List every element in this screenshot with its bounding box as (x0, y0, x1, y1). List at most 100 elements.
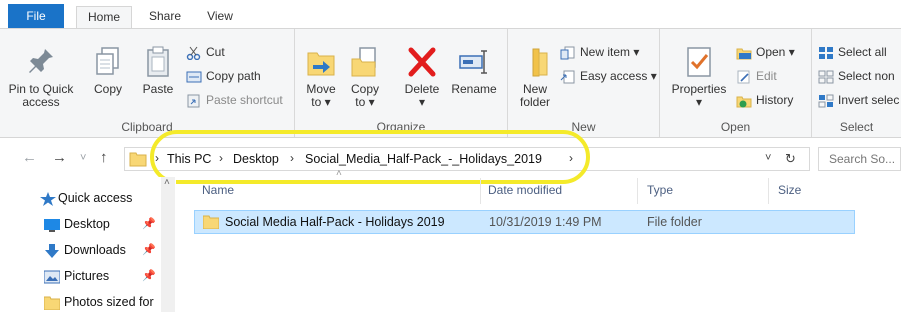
navigation-pane: Quick access Desktop 📌 Downloads 📌 Pictu… (0, 177, 176, 312)
nav-item-desktop[interactable]: Desktop 📌 (0, 213, 162, 235)
open-button[interactable]: Open ▾ (736, 43, 795, 61)
navigation-scrollbar[interactable]: ˄ (161, 177, 175, 312)
nav-label-pictures: Pictures (64, 269, 110, 283)
properties-button[interactable]: Properties ▾ (668, 45, 730, 109)
copy-button[interactable]: Copy (86, 45, 130, 96)
tab-file[interactable]: File (8, 4, 64, 28)
delete-button[interactable]: Delete ▾ (399, 45, 445, 109)
pin-label-2: access (22, 95, 60, 109)
folder-icon (129, 151, 147, 170)
properties-icon (683, 45, 715, 79)
move-to-button[interactable]: Move to ▾ (301, 45, 341, 109)
desktop-icon (44, 217, 60, 232)
column-divider[interactable] (480, 178, 481, 204)
pin-icon[interactable]: 📌 (142, 239, 156, 261)
new-folder-label-2: folder (519, 95, 551, 109)
copy-path-icon (186, 70, 202, 84)
column-header-type[interactable]: Type (647, 183, 673, 197)
cut-label: Cut (206, 45, 225, 59)
clipboard-group: Pin to Quick access Copy Paste Cut Copy … (0, 29, 295, 137)
easy-access-button[interactable]: Easy access ▾ (560, 67, 657, 85)
nav-label-photos-sized-for: Photos sized for (64, 295, 154, 309)
easy-access-icon (560, 70, 576, 84)
tab-share[interactable]: Share (141, 6, 189, 28)
select-all-button[interactable]: Select all (818, 43, 887, 61)
scissors-icon (186, 46, 202, 61)
tab-view[interactable]: View (198, 6, 242, 28)
pin-icon[interactable]: 📌 (142, 213, 156, 235)
back-arrow-icon[interactable]: ← (22, 149, 37, 166)
pin-icon[interactable]: 📌 (142, 265, 156, 287)
sort-indicator-icon: ˄ (336, 168, 342, 179)
copy-to-icon (349, 45, 381, 79)
search-input[interactable]: Search So... (818, 147, 901, 171)
pin-icon (25, 45, 57, 79)
new-item-button[interactable]: New item ▾ (560, 43, 639, 61)
address-history-chevron-icon[interactable]: ˅ (765, 152, 771, 164)
nav-item-quick-access[interactable]: Quick access (0, 187, 162, 209)
history-label: History (756, 93, 794, 107)
paste-shortcut-button[interactable]: Paste shortcut (186, 91, 283, 109)
column-header-size[interactable]: Size (778, 183, 801, 197)
ribbon-tabs: File Home Share View (0, 0, 901, 28)
select-group: Select all Select non Invert selec Selec… (812, 29, 901, 137)
select-all-icon (818, 46, 834, 60)
paste-button[interactable]: Paste (136, 45, 180, 96)
file-name: Social Media Half-Pack - Holidays 2019 (225, 215, 445, 229)
up-arrow-icon[interactable]: ↑ (100, 149, 108, 166)
rename-label: Rename (451, 82, 497, 96)
nav-item-photos-sized-for[interactable]: Photos sized for (0, 291, 162, 312)
copy-to-button[interactable]: Copy to ▾ (345, 45, 385, 109)
scroll-up-arrow-icon[interactable]: ˄ (164, 177, 170, 188)
star-icon (40, 191, 56, 206)
chevron-down-icon: ▾ (633, 45, 640, 59)
select-none-button[interactable]: Select non (818, 67, 895, 85)
cut-button[interactable]: Cut (186, 43, 225, 61)
download-arrow-icon (44, 243, 60, 258)
ribbon: Pin to Quick access Copy Paste Cut Copy … (0, 28, 901, 138)
new-folder-button[interactable]: New folder (512, 45, 558, 109)
chevron-down-icon: ▾ (324, 95, 331, 109)
open-group: Properties ▾ Open ▾ Edit History Open (660, 29, 812, 137)
invert-selection-icon (818, 94, 834, 108)
edit-label: Edit (756, 69, 777, 83)
invert-selection-button[interactable]: Invert selec (818, 91, 899, 109)
column-divider[interactable] (637, 178, 638, 204)
copy-to-label-2: to (355, 95, 366, 109)
nav-item-pictures[interactable]: Pictures 📌 (0, 265, 162, 287)
pin-to-quick-access-button[interactable]: Pin to Quick access (6, 45, 76, 109)
copy-icon (92, 45, 124, 79)
pictures-icon (43, 269, 61, 284)
forward-arrow-icon[interactable]: → (52, 149, 67, 166)
copy-path-label: Copy path (206, 69, 261, 83)
column-header-name[interactable]: Name (202, 183, 234, 197)
recent-locations-chevron-icon[interactable]: ˅ (80, 152, 86, 164)
copy-path-button[interactable]: Copy path (186, 67, 261, 85)
yellow-highlight-annotation (150, 130, 590, 184)
table-row[interactable]: Social Media Half-Pack - Holidays 2019 1… (194, 210, 855, 234)
refresh-icon[interactable]: ↻ (785, 151, 796, 167)
column-divider[interactable] (768, 178, 769, 204)
rename-icon (458, 45, 490, 79)
chevron-down-icon: ▾ (368, 95, 375, 109)
easy-access-label: Easy access (580, 69, 648, 83)
chevron-down-icon: ▾ (695, 95, 703, 109)
new-folder-icon (519, 45, 551, 79)
edit-icon (736, 70, 752, 84)
invert-selection-label: Invert selec (838, 93, 900, 107)
open-label: Open (756, 45, 786, 59)
move-label-2: to (311, 95, 322, 109)
column-header-date-modified[interactable]: Date modified (488, 183, 562, 197)
new-item-icon (560, 46, 576, 60)
folder-icon (43, 295, 61, 311)
history-button[interactable]: History (736, 91, 793, 109)
tab-home[interactable]: Home (76, 6, 132, 28)
open-folder-icon (736, 46, 752, 60)
nav-item-downloads[interactable]: Downloads 📌 (0, 239, 162, 261)
edit-button[interactable]: Edit (736, 67, 777, 85)
paste-icon (142, 45, 174, 79)
organize-group: Move to ▾ Copy to ▾ Delete ▾ Rename Orga… (295, 29, 508, 137)
file-type: File folder (647, 215, 702, 229)
select-none-label: Select non (838, 69, 895, 83)
rename-button[interactable]: Rename (449, 45, 499, 96)
